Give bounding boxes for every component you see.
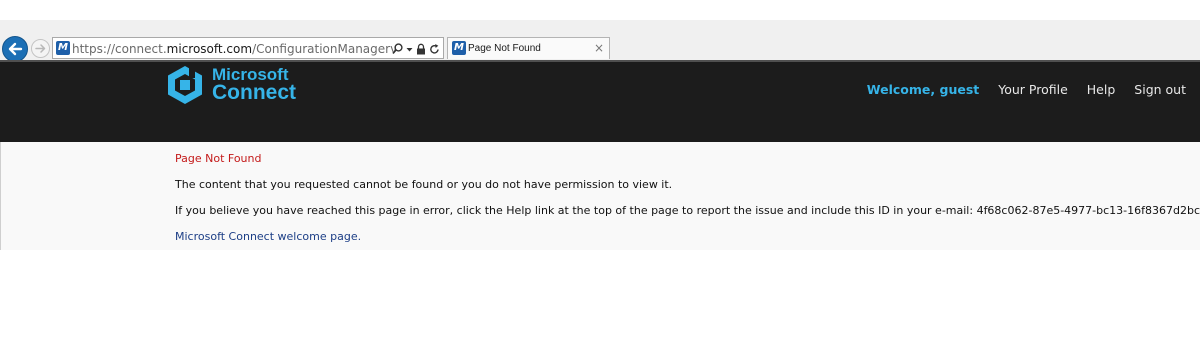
url-domain: microsoft.com [166, 42, 253, 56]
tab-close-icon[interactable]: × [594, 40, 604, 56]
main-content: Page Not Found The content that you requ… [0, 142, 1200, 250]
browser-toolbar: M https://connect.microsoft.com/Configur… [0, 20, 1200, 62]
sign-out-link[interactable]: Sign out [1134, 82, 1186, 98]
tab-title: Page Not Found [468, 43, 541, 54]
site-favicon-icon: M [56, 41, 70, 55]
url-text[interactable]: https://connect.microsoft.com/Configurat… [72, 41, 396, 57]
page-title: Page Not Found [175, 152, 262, 165]
your-profile-link[interactable]: Your Profile [998, 82, 1068, 98]
forward-arrow-icon [35, 44, 46, 53]
welcome-guest-link[interactable]: Welcome, guest [867, 82, 979, 98]
connect-logo-icon [168, 66, 202, 104]
welcome-page-link[interactable]: Microsoft Connect welcome page. [175, 230, 361, 244]
error-message: The content that you requested cannot be… [175, 178, 673, 191]
back-arrow-icon [8, 42, 23, 56]
url-prefix: https://connect. [72, 42, 167, 56]
url-path: /ConfigurationManagervnext/feedbac [252, 42, 396, 56]
tab-favicon-icon: M [452, 41, 466, 55]
back-button[interactable] [2, 36, 28, 62]
site-header: Microsoft Connect Welcome, guest Your Pr… [0, 60, 1200, 142]
help-link[interactable]: Help [1087, 82, 1116, 98]
address-bar[interactable]: M https://connect.microsoft.com/Configur… [52, 37, 444, 59]
microsoft-connect-logo[interactable]: Microsoft Connect [165, 64, 315, 106]
header-nav: Welcome, guest Your Profile Help Sign ou… [867, 82, 1186, 98]
forward-button[interactable] [31, 39, 50, 58]
error-help-message: If you believe you have reached this pag… [175, 204, 1200, 217]
dropdown-icon[interactable] [406, 43, 413, 55]
logo-text-connect: Connect [212, 81, 296, 104]
lock-icon[interactable] [416, 43, 426, 55]
search-icon[interactable] [392, 43, 403, 55]
refresh-icon[interactable] [429, 43, 440, 55]
tab-page-not-found[interactable]: M Page Not Found × [447, 37, 610, 59]
